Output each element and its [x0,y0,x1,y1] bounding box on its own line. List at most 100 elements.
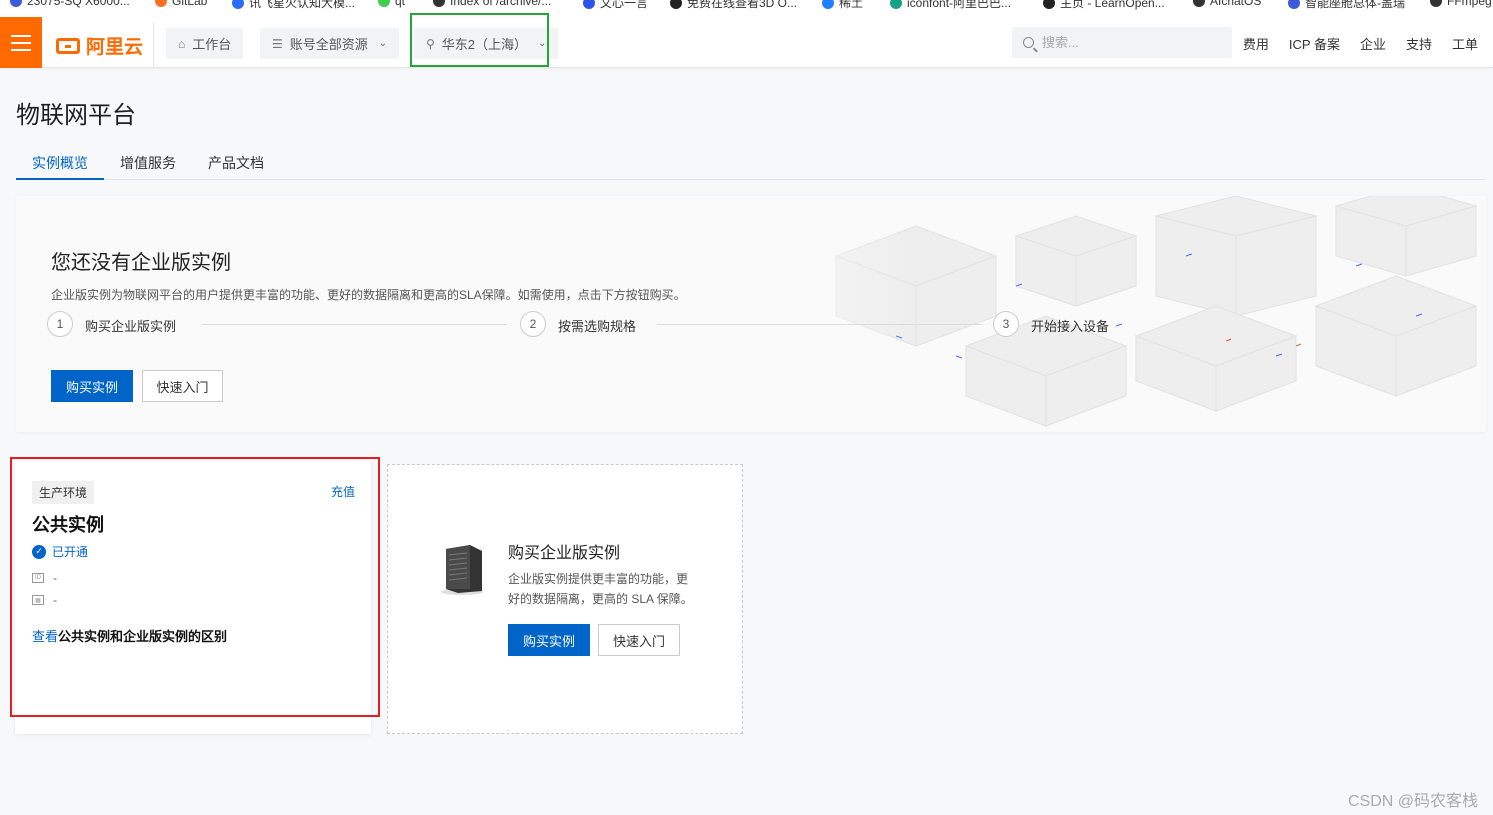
bookmark-label: AIchatOS [1210,0,1262,8]
page-title: 物联网平台 [16,102,136,129]
hero-quick-start-button[interactable]: 快速入门 [142,370,223,402]
step-connector [202,324,507,325]
bookmark-favicon-icon [583,0,595,9]
search-input[interactable] [1042,35,1222,50]
id-card-icon: ID [32,573,44,583]
home-icon: ⌂ [178,36,186,51]
bookmark-item[interactable]: qt [378,0,405,8]
bookmark-favicon-icon [1430,0,1442,7]
bookmark-favicon-icon [232,0,244,9]
instance-id-row: ID - [32,571,57,585]
enterprise-banner: 您还没有企业版实例 企业版实例为物联网平台的用户提供更丰富的功能、更好的数据隔离… [16,196,1486,432]
calendar-icon: ▦ [32,595,44,605]
bookmark-label: 稀土 [839,0,864,10]
server-icon [441,545,483,595]
quick-start-button[interactable]: 快速入门 [598,624,680,656]
link-icp[interactable]: ICP 备案 [1289,34,1340,53]
workbench-label: 工作台 [192,37,232,52]
environment-tag: 生产环境 [32,481,95,504]
step-3-label: 开始接入设备 [1031,319,1110,334]
bookmark-label: 讯飞星火认知大模... [249,0,356,10]
tab-value-added-services[interactable]: 增值服务 [104,145,192,180]
bookmarks-bar: 23075-SQ X6000... GitLab 讯飞星火认知大模... qt Inde… [0,0,1493,10]
link-enterprise[interactable]: 企业 [1360,34,1386,53]
search-icon [1023,37,1034,48]
watermark: CSDN @码农客栈 [1347,793,1478,810]
instance-date-value: - [53,593,57,607]
instance-status: ✓ 已开通 [32,543,88,560]
step-2-label: 按需选购规格 [558,319,637,334]
hero-buy-instance-button[interactable]: 购买实例 [51,370,133,402]
bookmark-item[interactable]: AIchatOS [1193,0,1261,8]
link-ticket[interactable]: 工单 [1452,34,1478,53]
bookmark-label: GitLab [172,0,208,8]
instance-title: 公共实例 [32,515,104,535]
hamburger-menu-icon[interactable] [0,17,42,68]
bookmark-item[interactable]: 讯飞星火认知大模... [232,0,355,10]
bookmark-label: 智能座舱总体-盖瑞 [1305,0,1405,10]
recharge-link[interactable]: 充值 [331,483,355,500]
instance-id-value: - [53,571,57,585]
hero-title: 您还没有企业版实例 [51,252,231,274]
bookmark-favicon-icon [1193,0,1205,7]
bookmark-item[interactable]: 主页 - LearnOpen... [1043,0,1165,10]
list-icon: ☰ [272,36,283,51]
step-1-label: 购买企业版实例 [85,319,177,334]
buy-card-title: 购买企业版实例 [508,545,621,562]
bookmark-label: iconfont-阿里巴巴... [907,0,1012,10]
chevron-down-icon: ⌄ [378,38,388,49]
bookmark-favicon-icon [155,0,167,7]
bookmark-item[interactable]: FFmpeg [1430,0,1492,8]
bookmark-favicon-icon [1288,0,1300,9]
status-label: 已开通 [52,545,89,559]
tab-bar: 实例概览 增值服务 产品文档 [16,145,1486,180]
chevron-down-icon: ⌄ [538,38,547,49]
compare-instances-text: 查看公共实例和企业版实例的区别 [32,626,227,645]
buy-card-description: 企业版实例提供更丰富的功能，更好的数据隔离，更高的 SLA 保障。 [508,572,693,606]
link-support[interactable]: 支持 [1406,34,1432,53]
search-box[interactable] [1012,27,1232,58]
buy-instance-button[interactable]: 购买实例 [508,624,590,656]
step-3-number: 3 [993,311,1019,337]
resources-dropdown[interactable]: ☰ 账号全部资源 ⌄ [260,28,400,59]
bookmark-item[interactable]: GitLab [155,0,207,8]
logo-text: 阿里云 [86,37,144,58]
bookmark-favicon-icon [378,0,390,7]
link-billing[interactable]: 费用 [1243,34,1269,53]
tab-product-docs[interactable]: 产品文档 [192,145,280,180]
bookmark-item[interactable]: 稀土 [822,0,863,10]
instance-date-row: ▦ - [32,593,57,607]
location-pin-icon: ⚲ [426,36,435,51]
bookmark-label: Index of /archive/... [450,0,552,8]
bookmark-item[interactable]: iconfont-阿里巴巴... [890,0,1011,10]
tab-instance-overview[interactable]: 实例概览 [16,145,104,180]
top-nav: 阿里云 ⌂ 工作台 ☰ 账号全部资源 ⌄ ⚲ 华东2（上海） ⌄ 费用 ICP … [0,10,1493,68]
view-link[interactable]: 查看 [32,629,58,644]
bookmark-item[interactable]: 智能座舱总体-盖瑞 [1288,0,1405,10]
bookmark-label: 23075-SQ X6000... [27,0,130,8]
bookmark-favicon-icon [10,0,22,7]
bookmark-favicon-icon [822,0,834,9]
bookmark-favicon-icon [433,0,445,7]
bookmark-item[interactable]: Index of /archive/... [433,0,551,8]
region-label: 华东2（上海） [441,37,528,52]
bookmark-item[interactable]: 文心一言 [583,0,648,10]
aliyun-logo-icon [56,37,80,54]
step-2-number: 2 [520,311,546,337]
nav-divider [153,22,154,68]
bookmark-favicon-icon [670,0,682,9]
region-selector[interactable]: ⚲ 华东2（上海） ⌄ [414,28,559,59]
hero-description: 企业版实例为物联网平台的用户提供更丰富的功能、更好的数据隔离和更高的SLA保障。… [51,288,686,302]
compare-text: 公共实例和企业版实例的区别 [58,629,228,644]
aliyun-logo[interactable]: 阿里云 [56,32,143,59]
bookmark-item[interactable]: 23075-SQ X6000... [10,0,130,8]
public-instance-card: 生产环境 充值 公共实例 ✓ 已开通 ID - ▦ - 查看公共实例和企业版实例… [15,461,371,734]
bookmark-item[interactable]: 免费在线查看3D O... [670,0,797,10]
bookmark-label: 免费在线查看3D O... [687,0,798,10]
step-connector [657,324,982,325]
buy-enterprise-card: 购买企业版实例 企业版实例提供更丰富的功能，更好的数据隔离，更高的 SLA 保障… [387,464,743,734]
bookmark-label: qt [395,0,406,8]
step-1-number: 1 [47,311,73,337]
bookmark-favicon-icon [1043,0,1055,9]
workbench-button[interactable]: ⌂ 工作台 [166,28,244,59]
